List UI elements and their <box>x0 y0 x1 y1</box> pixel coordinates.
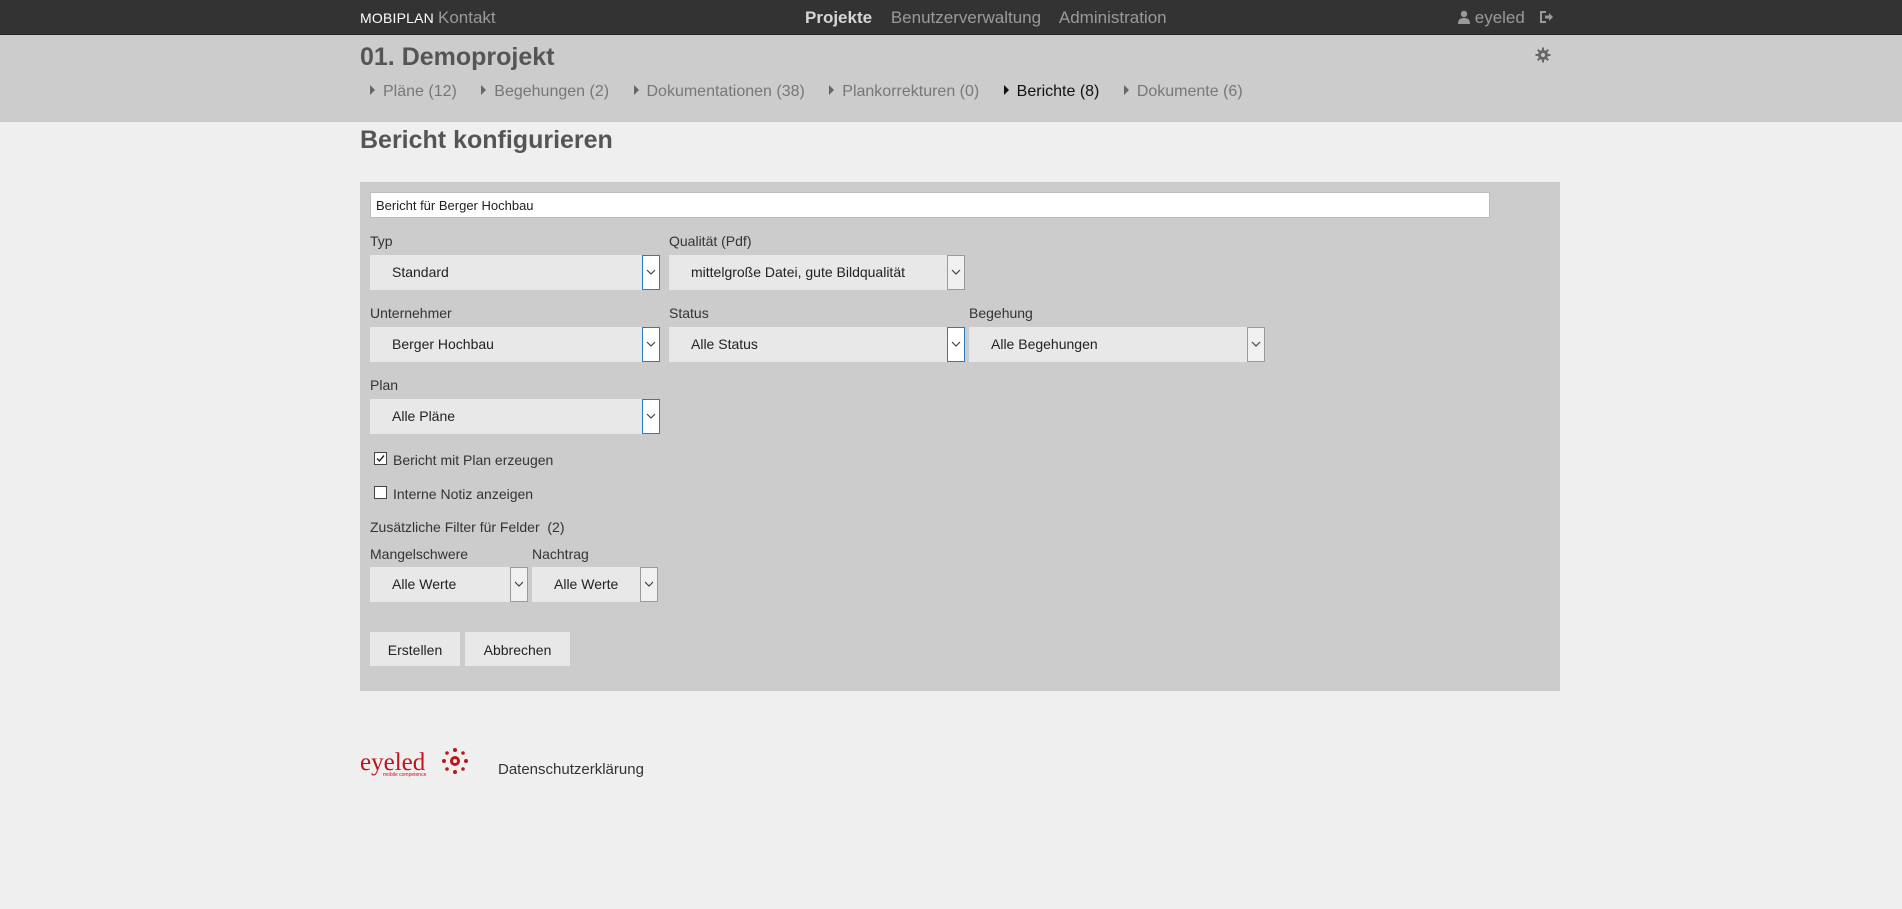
nav-projekte[interactable]: Projekte <box>805 8 872 27</box>
mangelschwere-value: Alle Werte <box>392 576 457 592</box>
status-value: Alle Status <box>691 336 758 352</box>
chevron-down-icon[interactable] <box>642 399 660 434</box>
caret-right-icon <box>633 85 639 95</box>
nav-kontakt[interactable]: Kontakt <box>438 8 496 28</box>
tab-label: Berichte (8) <box>1016 83 1100 100</box>
typ-label: Typ <box>370 233 393 249</box>
nachtrag-select[interactable]: Alle Werte <box>532 567 658 602</box>
gear-icon[interactable] <box>1535 47 1551 63</box>
tab-berichte[interactable]: Berichte (8) <box>1003 83 1100 101</box>
qualitaet-value: mittelgroße Datei, gute Bildqualität <box>691 264 905 280</box>
tab-dokumente[interactable]: Dokumente (6) <box>1123 83 1243 101</box>
tab-label: Begehungen (2) <box>494 83 610 100</box>
chevron-down-icon[interactable] <box>1247 327 1265 362</box>
unternehmer-label: Unternehmer <box>370 305 452 321</box>
create-button[interactable]: Erstellen <box>370 632 460 666</box>
tab-label: Plankorrekturen (0) <box>842 83 980 100</box>
begehung-label: Begehung <box>969 305 1033 321</box>
top-navbar: MOBIPLAN Kontakt Projekte Benutzerverwal… <box>0 0 1902 35</box>
mangelschwere-label: Mangelschwere <box>370 546 469 562</box>
chevron-down-icon[interactable] <box>642 327 660 362</box>
report-name-input[interactable] <box>370 192 1490 218</box>
plan-value: Alle Pläne <box>392 408 456 424</box>
project-tabs: Pläne (12) Begehungen (2) Dokumentatione… <box>370 83 1263 101</box>
tab-plankorrekturen[interactable]: Plankorrekturen (0) <box>829 83 979 101</box>
logout-icon[interactable] <box>1538 9 1554 25</box>
caret-right-icon <box>1123 85 1129 95</box>
notiz-checkbox-label[interactable]: Interne Notiz anzeigen <box>393 486 533 502</box>
user-icon <box>1458 10 1470 24</box>
unternehmer-value: Berger Hochbau <box>392 336 494 352</box>
chevron-down-icon[interactable] <box>510 567 528 602</box>
chevron-down-icon[interactable] <box>642 255 660 290</box>
user-menu[interactable]: eyeled <box>1458 8 1525 28</box>
caret-right-icon <box>481 85 487 95</box>
user-name: eyeled <box>1474 8 1525 27</box>
plan-select[interactable]: Alle Pläne <box>370 399 660 434</box>
tab-label: Dokumentationen (38) <box>646 83 805 100</box>
nachtrag-value: Alle Werte <box>554 576 619 592</box>
caret-right-icon <box>1003 85 1009 95</box>
caret-right-icon <box>370 85 375 95</box>
status-select[interactable]: Alle Status <box>669 327 965 362</box>
tab-label: Pläne (12) <box>383 83 457 100</box>
tab-begehungen[interactable]: Begehungen (2) <box>481 83 609 101</box>
typ-value: Standard <box>392 264 449 280</box>
project-header: 01. Demoprojekt Pläne (12) Begehungen (2… <box>0 35 1902 122</box>
main-nav: Projekte Benutzerverwaltung Administrati… <box>805 8 1181 28</box>
notiz-checkbox[interactable] <box>374 486 387 499</box>
svg-text:mobile competence: mobile competence <box>383 772 427 778</box>
filter-heading: Zusätzliche Filter für Felder (2) <box>370 519 565 535</box>
privacy-link[interactable]: Datenschutzerklärung <box>498 761 644 778</box>
status-label: Status <box>669 305 709 321</box>
brand-link[interactable]: MOBIPLAN <box>360 10 434 26</box>
tab-dokumentationen[interactable]: Dokumentationen (38) <box>633 83 805 101</box>
unternehmer-select[interactable]: Berger Hochbau <box>370 327 660 362</box>
plan-checkbox[interactable] <box>374 452 387 465</box>
plan-checkbox-label[interactable]: Bericht mit Plan erzeugen <box>393 452 553 468</box>
typ-select[interactable]: Standard <box>370 255 660 290</box>
cancel-button[interactable]: Abbrechen <box>465 632 570 666</box>
qualitaet-select[interactable]: mittelgroße Datei, gute Bildqualität <box>669 255 965 290</box>
chevron-down-icon[interactable] <box>947 327 965 362</box>
tab-plaene[interactable]: Pläne (12) <box>370 83 457 101</box>
begehung-value: Alle Begehungen <box>991 336 1098 352</box>
tab-label: Dokumente (6) <box>1136 83 1243 100</box>
mangelschwere-select[interactable]: Alle Werte <box>370 567 528 602</box>
eyeled-logo[interactable]: eyeled mobile competence <box>360 746 472 785</box>
project-title: 01. Demoprojekt <box>360 43 555 71</box>
chevron-down-icon[interactable] <box>640 567 658 602</box>
page-title: Bericht konfigurieren <box>360 126 613 154</box>
nav-benutzerverwaltung[interactable]: Benutzerverwaltung <box>891 8 1041 27</box>
report-config-form: Typ Standard Qualität (Pdf) mittelgroße … <box>360 182 1560 691</box>
chevron-down-icon[interactable] <box>947 255 965 290</box>
qualitaet-label: Qualität (Pdf) <box>669 233 752 249</box>
nachtrag-label: Nachtrag <box>532 546 589 562</box>
caret-right-icon <box>829 85 835 95</box>
nav-administration[interactable]: Administration <box>1059 8 1167 27</box>
plan-label: Plan <box>370 377 399 393</box>
begehung-select[interactable]: Alle Begehungen <box>969 327 1265 362</box>
